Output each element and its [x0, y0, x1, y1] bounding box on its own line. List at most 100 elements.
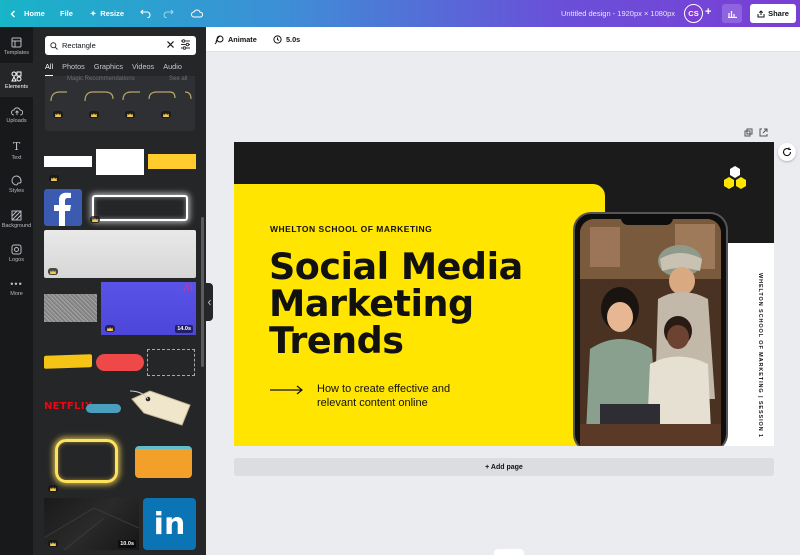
undo-icon	[140, 9, 151, 18]
redo-button[interactable]	[163, 0, 174, 27]
rail-label: Elements	[5, 83, 28, 90]
panel-scrollbar[interactable]	[201, 217, 204, 367]
element-white-rectangle[interactable]	[96, 149, 144, 175]
share-icon	[757, 9, 765, 17]
element-white-bar[interactable]	[44, 156, 92, 167]
logos-icon	[11, 244, 22, 254]
sparkle-icon: ✦	[90, 9, 97, 18]
add-collaborator-icon[interactable]: +	[705, 6, 711, 18]
cloud-save-button[interactable]	[191, 0, 203, 27]
home-label: Home	[24, 9, 45, 18]
search-input[interactable]: Rectangle	[62, 41, 96, 50]
chevron-left-icon	[9, 10, 17, 18]
phone-mockup[interactable]	[573, 212, 728, 446]
magic-recommendations[interactable]: Magic Recommendations See all	[45, 76, 195, 131]
crown-icon	[49, 175, 59, 182]
redo-icon	[163, 9, 174, 18]
design-eyebrow[interactable]: WHELTON SCHOOL OF MARKETING	[270, 224, 432, 234]
video-duration: 14.0s	[175, 325, 193, 333]
element-gray-rectangle[interactable]	[44, 230, 196, 278]
duration-button[interactable]: 5.0s	[273, 27, 300, 52]
cloud-icon	[191, 9, 203, 18]
rail-label: Templates	[3, 49, 30, 56]
tab-videos[interactable]: Videos	[132, 62, 154, 76]
element-orange-blob[interactable]	[135, 446, 192, 478]
collapse-panel-button[interactable]	[206, 283, 213, 321]
share-button[interactable]: Share	[750, 4, 796, 23]
phone-notch	[621, 216, 673, 225]
tab-photos[interactable]: Photos	[62, 62, 85, 76]
styles-icon	[11, 174, 22, 186]
chevron-left-icon	[207, 299, 211, 305]
left-rail: Templates Elements Uploads T Text Styles…	[0, 27, 33, 555]
element-dashed-rectangle[interactable]	[147, 349, 195, 376]
tab-audio[interactable]: Audio	[163, 62, 182, 76]
insights-button[interactable]	[722, 4, 742, 23]
rail-text[interactable]: T Text	[0, 133, 33, 167]
rail-more[interactable]: ••• More	[0, 271, 33, 305]
rail-templates[interactable]: Templates	[0, 29, 33, 63]
element-yellow-rectangle[interactable]	[148, 154, 196, 169]
magic-shapes	[50, 91, 192, 102]
page-actions	[744, 128, 768, 137]
magic-label: Magic Recommendations	[67, 76, 135, 82]
phone-photo	[580, 219, 721, 446]
subtitle-line: relevant content online	[317, 397, 428, 409]
crown-icon	[105, 325, 115, 332]
element-noise-texture[interactable]	[44, 294, 97, 322]
refresh-icon	[782, 147, 792, 157]
filter-icon	[181, 39, 190, 50]
element-purple-video[interactable]: /\\ 14.0s	[101, 282, 196, 335]
duration-label: 5.0s	[286, 35, 301, 44]
home-button[interactable]: Home	[9, 0, 45, 27]
refresh-button[interactable]	[778, 143, 796, 161]
tab-all[interactable]: All	[45, 62, 54, 76]
export-page-icon[interactable]	[759, 128, 768, 137]
animate-icon	[214, 35, 224, 44]
element-yellow-brush[interactable]	[44, 354, 92, 369]
headline-line: Social Media	[269, 245, 523, 288]
tab-graphics[interactable]: Graphics	[94, 62, 123, 76]
undo-button[interactable]	[140, 0, 151, 27]
resize-button[interactable]: ✦ Resize	[90, 0, 124, 27]
element-linkedin-logo[interactable]: in	[143, 498, 196, 550]
rail-logos[interactable]: Logos	[0, 236, 33, 270]
rail-label: Background	[1, 222, 32, 229]
document-title[interactable]: Untitled design - 1920px × 1080px	[561, 0, 675, 27]
animate-button[interactable]: Animate	[214, 27, 257, 52]
rail-styles[interactable]: Styles	[0, 167, 33, 201]
elements-icon	[11, 71, 22, 81]
element-teal-pill[interactable]	[86, 404, 121, 413]
rail-elements[interactable]: Elements	[0, 63, 33, 97]
video-glitch-icon: /\\	[183, 284, 193, 294]
element-dark-video[interactable]: 10.0s	[44, 498, 139, 550]
design-headline[interactable]: Social Media Marketing Trends	[269, 248, 523, 359]
top-bar: Home File ✦ Resize Untitled design - 192…	[0, 0, 800, 27]
templates-icon	[11, 37, 22, 47]
element-red-pill[interactable]	[96, 354, 144, 371]
add-page-button[interactable]: + Add page	[234, 458, 774, 476]
rail-background[interactable]: Background	[0, 202, 33, 236]
clock-icon	[273, 35, 282, 44]
design-vertical-text[interactable]: WHELTON SCHOOL OF MARKETING | SESSION 1	[757, 273, 763, 438]
element-price-tag[interactable]	[129, 389, 194, 426]
file-menu[interactable]: File	[60, 0, 73, 27]
rail-label: Uploads	[6, 118, 27, 124]
element-neon-frame[interactable]	[55, 439, 118, 483]
design-subtitle[interactable]: How to create effective and relevant con…	[317, 382, 450, 410]
notes-handle[interactable]	[494, 549, 524, 555]
magic-see-all[interactable]: See all	[169, 76, 187, 82]
element-facebook-logo[interactable]	[44, 189, 82, 226]
duplicate-page-icon[interactable]	[744, 128, 753, 137]
avatar[interactable]: CS	[684, 4, 703, 23]
headline-line: Trends	[269, 319, 404, 362]
rail-uploads[interactable]: Uploads	[0, 98, 33, 132]
white-strip	[720, 243, 774, 446]
element-glowing-frame[interactable]	[92, 195, 188, 221]
brand-logo-icon	[722, 166, 748, 195]
editor-toolbar: Animate 5.0s	[206, 27, 800, 52]
rail-label: More	[10, 291, 23, 297]
search-box[interactable]: Rectangle	[45, 36, 196, 55]
video-duration: 10.0s	[118, 540, 136, 548]
design-page[interactable]: WHELTON SCHOOL OF MARKETING Social Media…	[234, 142, 774, 446]
